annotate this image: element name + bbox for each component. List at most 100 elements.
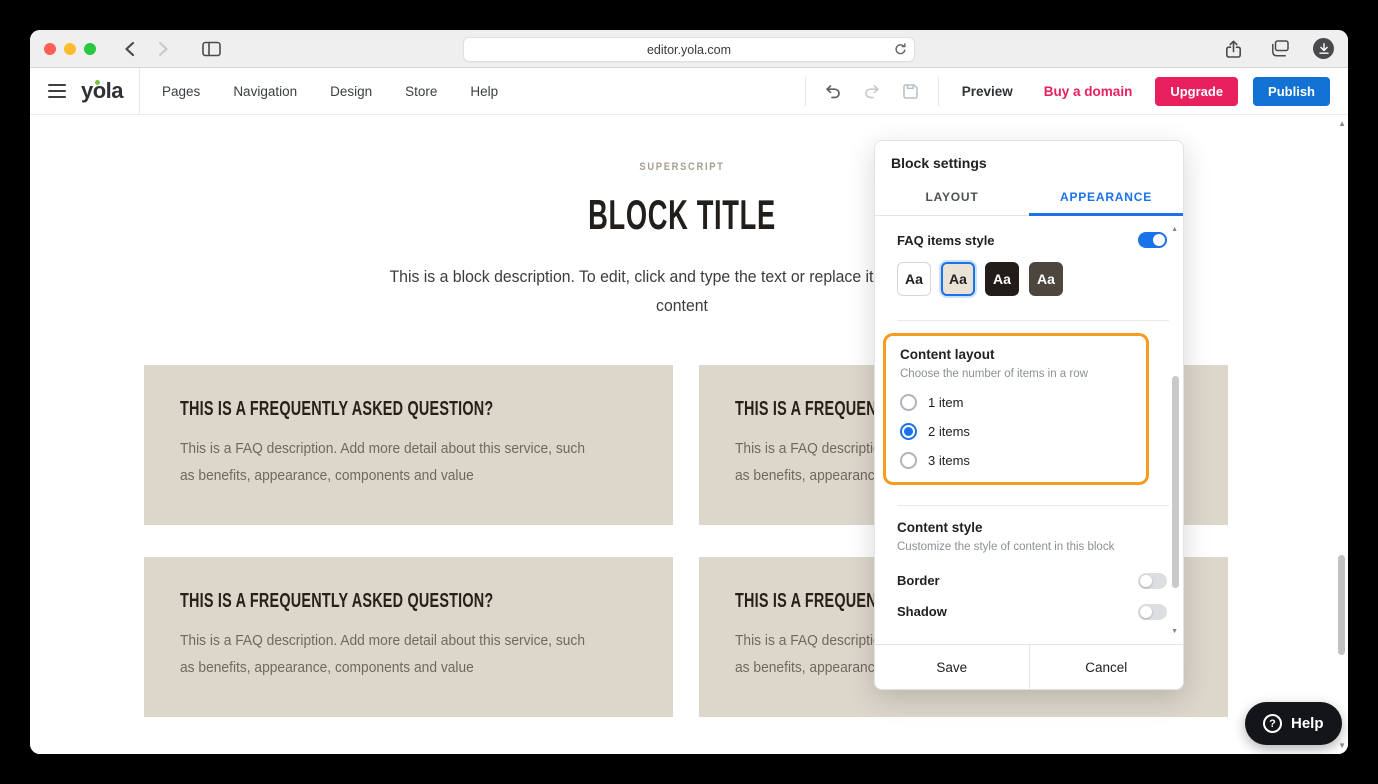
content-layout-subtitle: Choose the number of items in a row [900,368,1132,380]
panel-divider [897,505,1169,506]
menu-item-store[interactable]: Store [405,84,437,99]
page-scroll-down-icon[interactable]: ▼ [1338,741,1346,750]
redo-button[interactable] [860,79,884,103]
share-icon [1225,39,1242,59]
style-swatch-black[interactable]: Aa [985,262,1019,296]
back-button[interactable] [116,37,142,61]
radio-option-1-item[interactable]: 1 item [900,388,1132,417]
shadow-toggle-row: Shadow [897,596,1167,627]
panel-scroll-up-icon[interactable]: ▲ [1171,226,1178,233]
style-swatch-light[interactable]: Aa [897,262,931,296]
chevron-right-icon [157,41,170,57]
menu-item-pages[interactable]: Pages [162,84,200,99]
close-window-button[interactable] [44,43,56,55]
zoom-window-button[interactable] [84,43,96,55]
logo-text: yola [81,78,123,103]
style-swatches: Aa Aa Aa Aa [897,262,1167,296]
panel-scrollbar-thumb[interactable] [1172,376,1179,588]
editor-menu: Pages Navigation Design Store Help [162,84,498,99]
reload-button[interactable] [894,43,907,59]
url-text: editor.yola.com [647,43,731,57]
page-scroll-up-icon[interactable]: ▲ [1338,119,1346,128]
radio-option-3-items[interactable]: 3 items [900,446,1132,475]
browser-window: editor.yola.com yola [30,30,1348,754]
toolbar-divider [938,77,939,106]
content-style-subtitle: Customize the style of content in this b… [897,541,1167,553]
content-layout-section-highlighted: Content layout Choose the number of item… [883,333,1149,485]
sidebar-toggle-button[interactable] [198,37,224,61]
block-settings-panel: Block settings LAYOUT APPEARANCE FAQ ite… [874,140,1184,690]
undo-icon [824,83,842,100]
buy-domain-link[interactable]: Buy a domain [1044,84,1133,99]
editor-canvas: SUPERSCRIPT BLOCK TITLE This is a block … [30,115,1348,754]
download-icon [1319,43,1329,54]
browser-chrome: editor.yola.com [30,30,1348,68]
tabs-icon [1270,40,1289,57]
save-icon [902,83,919,100]
radio-icon[interactable] [900,452,917,469]
panel-body: FAQ items style Aa Aa Aa Aa Content layo… [875,216,1183,644]
reload-icon [894,43,907,56]
panel-scroll-down-icon[interactable]: ▼ [1171,628,1178,635]
publish-button[interactable]: Publish [1253,77,1330,106]
redo-icon [863,83,881,100]
border-label: Border [897,573,940,588]
content-style-title: Content style [897,520,1167,535]
faq-card[interactable]: THIS IS A FREQUENTLY ASKED QUESTION? Thi… [144,557,673,717]
style-swatch-dark-gray[interactable]: Aa [1029,262,1063,296]
faq-answer: This is a FAQ description. Add more deta… [180,627,600,681]
border-toggle[interactable] [1138,573,1167,589]
faq-question: THIS IS A FREQUENTLY ASKED QUESTION? [180,590,509,613]
downloads-button[interactable] [1313,38,1334,59]
tab-layout[interactable]: LAYOUT [875,181,1029,215]
editor-toolbar: yola Pages Navigation Design Store Help [30,68,1348,115]
radio-option-2-items[interactable]: 2 items [900,417,1132,446]
content-layout-title: Content layout [900,347,1132,362]
toolbar-divider [139,68,140,114]
page-scrollbar-thumb[interactable] [1338,555,1345,655]
menu-item-navigation[interactable]: Navigation [233,84,297,99]
shadow-label: Shadow [897,604,947,619]
undo-button[interactable] [821,79,845,103]
minimize-window-button[interactable] [64,43,76,55]
radio-icon-selected[interactable] [900,423,917,440]
style-swatch-beige-selected[interactable]: Aa [941,262,975,296]
menu-item-help[interactable]: Help [470,84,498,99]
window-controls [44,43,96,55]
preview-button[interactable]: Preview [962,84,1013,99]
logo-dot [95,80,100,85]
content-layout-options: 1 item 2 items 3 items [900,388,1132,475]
chrome-right-controls [1221,37,1334,61]
cancel-button[interactable]: Cancel [1029,645,1184,689]
panel-footer: Save Cancel [875,644,1183,689]
save-button[interactable]: Save [875,645,1029,689]
toolbar-right: Preview Buy a domain Upgrade Publish [805,77,1330,106]
sidebar-icon [202,41,221,57]
forward-button[interactable] [150,37,176,61]
help-button[interactable]: ? Help [1245,702,1342,745]
save-icon-button[interactable] [899,79,923,103]
block-description-line2: content [656,296,708,315]
menu-item-design[interactable]: Design [330,84,372,99]
upgrade-button[interactable]: Upgrade [1155,77,1238,106]
tab-appearance[interactable]: APPEARANCE [1029,181,1183,215]
toolbar-divider [805,77,806,106]
share-button[interactable] [1221,37,1245,61]
faq-card[interactable]: THIS IS A FREQUENTLY ASKED QUESTION? Thi… [144,365,673,525]
faq-answer: This is a FAQ description. Add more deta… [180,435,600,489]
yola-logo[interactable]: yola [81,78,123,104]
question-mark-icon: ? [1263,714,1282,733]
faq-items-style-label: FAQ items style [897,233,995,248]
panel-tabs: LAYOUT APPEARANCE [875,181,1183,216]
radio-icon[interactable] [900,394,917,411]
faq-items-style-row: FAQ items style [897,232,1167,248]
hamburger-menu-button[interactable] [48,84,66,98]
tab-overview-button[interactable] [1267,37,1291,61]
faq-items-style-toggle[interactable] [1138,232,1167,248]
faq-question: THIS IS A FREQUENTLY ASKED QUESTION? [180,398,509,421]
address-bar[interactable]: editor.yola.com [463,37,915,62]
panel-divider [897,320,1169,321]
chevron-left-icon [123,41,136,57]
desktop-background: editor.yola.com yola [0,0,1378,784]
shadow-toggle[interactable] [1138,604,1167,620]
